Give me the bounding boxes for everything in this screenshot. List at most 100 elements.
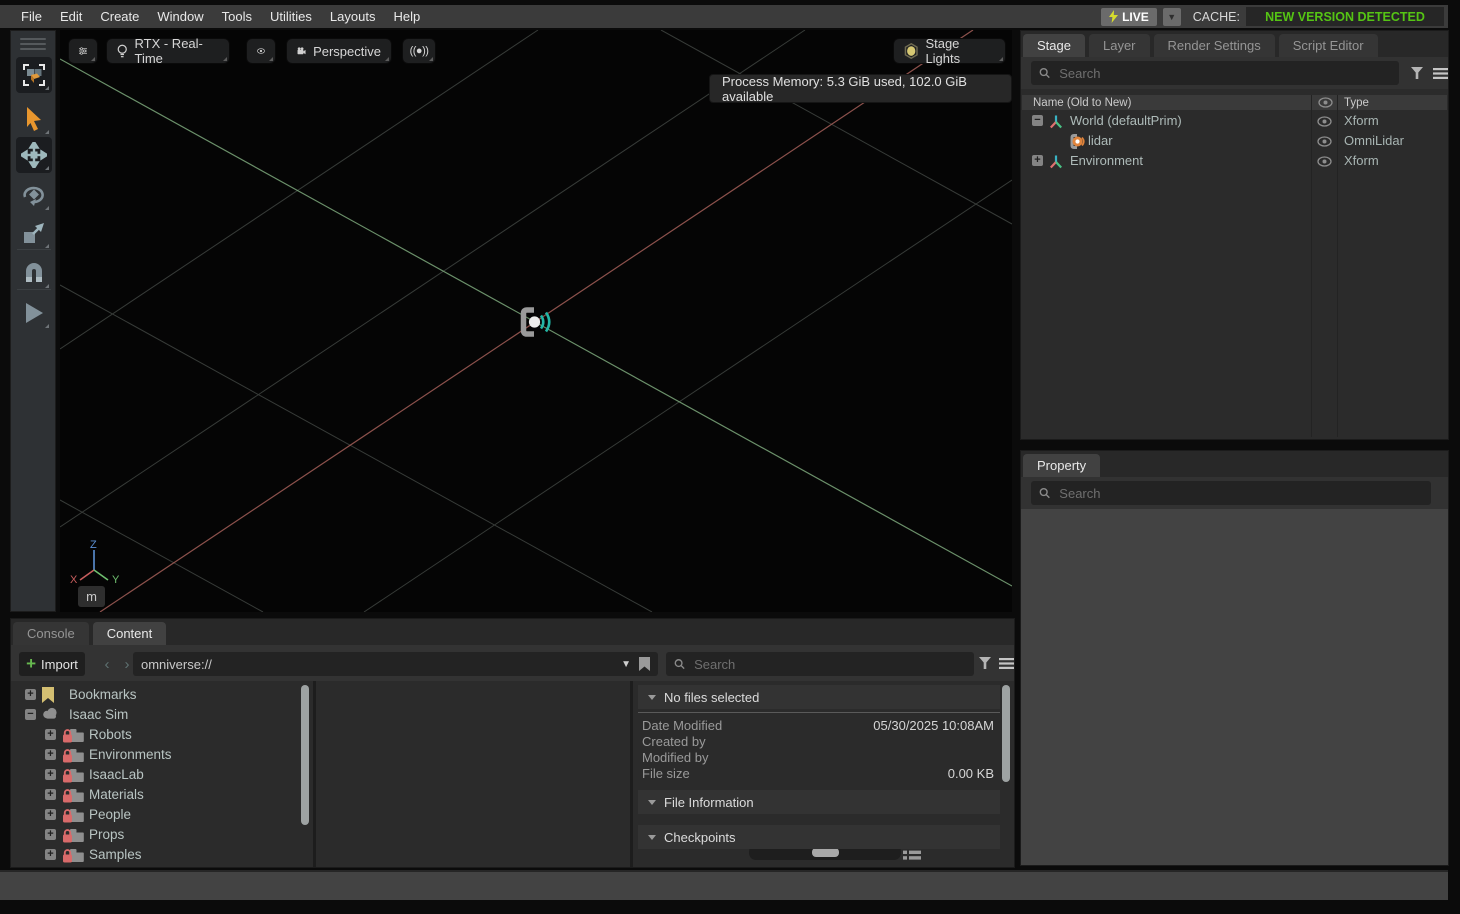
expand-toggle[interactable]: + — [45, 829, 56, 840]
axis-orientation-gizmo[interactable]: Z X Y — [68, 538, 124, 590]
select-mode-tool-button[interactable] — [16, 57, 52, 93]
content-tree-label: Props — [89, 827, 124, 842]
expand-toggle[interactable]: + — [45, 789, 56, 800]
bookmark-icon[interactable] — [639, 657, 650, 671]
menu-item-create[interactable]: Create — [91, 9, 148, 24]
menu-item-window[interactable]: Window — [148, 9, 212, 24]
menu-item-help[interactable]: Help — [384, 9, 429, 24]
lidar-gizmo[interactable] — [517, 307, 555, 337]
stage-row[interactable]: lidarOmniLidar — [1022, 131, 1447, 151]
content-tree-item[interactable]: +People — [11, 805, 301, 825]
tree-scrollbar-thumb[interactable] — [301, 685, 309, 825]
move-tool-button[interactable] — [16, 137, 52, 173]
folder-lock-icon — [62, 787, 84, 803]
column-type-label[interactable]: Type — [1344, 97, 1369, 109]
viewport[interactable]: RTX - Real-Time Perspective ((●)) Stage … — [60, 30, 1012, 612]
content-tree-item[interactable]: +Materials — [11, 785, 301, 805]
property-search-input[interactable] — [1057, 485, 1423, 502]
menu-item-tools[interactable]: Tools — [213, 9, 261, 24]
axis-x-label: X — [70, 574, 78, 586]
address-bar[interactable]: omniverse:// ▼ — [133, 652, 658, 676]
menu-item-file[interactable]: File — [12, 9, 51, 24]
stage-lights-button[interactable]: Stage Lights — [893, 38, 1006, 64]
content-tree-item[interactable]: +Samples — [11, 845, 301, 865]
options-menu-icon[interactable] — [999, 658, 1014, 669]
expand-toggle[interactable]: + — [25, 689, 36, 700]
sensor-button[interactable]: ((●)) — [402, 38, 436, 64]
menu-bar: FileEditCreateWindowToolsUtilitiesLayout… — [0, 5, 1448, 28]
stage-tree-header[interactable]: Name (Old to New) Type — [1022, 95, 1447, 110]
options-menu-icon[interactable] — [1433, 68, 1448, 79]
menu-item-layouts[interactable]: Layouts — [321, 9, 385, 24]
content-search-input[interactable] — [692, 656, 966, 673]
menu-item-edit[interactable]: Edit — [51, 9, 91, 24]
tab-layer[interactable]: Layer — [1089, 34, 1150, 57]
renderer-button[interactable]: RTX - Real-Time — [106, 38, 230, 64]
viewport-settings-button[interactable] — [68, 38, 98, 64]
video-camera-icon — [297, 44, 306, 58]
stage-search-input[interactable] — [1057, 65, 1391, 82]
live-chevron-button[interactable]: ▼ — [1163, 8, 1181, 26]
filter-icon[interactable] — [1411, 67, 1424, 80]
search-icon — [1039, 67, 1050, 79]
content-tree-item[interactable]: +Bookmarks — [11, 685, 301, 705]
collapse-toggle[interactable]: − — [25, 709, 36, 720]
rotate-tool-button[interactable] — [16, 177, 52, 213]
visibility-eye-icon[interactable] — [1317, 136, 1332, 147]
selection-section-header[interactable]: No files selected — [638, 685, 1000, 709]
version-status-field[interactable]: NEW VERSION DETECTED — [1246, 7, 1444, 26]
menu-item-utilities[interactable]: Utilities — [261, 9, 321, 24]
tab-property[interactable]: Property — [1023, 454, 1100, 477]
play-button[interactable] — [16, 295, 52, 331]
expand-toggle[interactable]: + — [1032, 155, 1043, 166]
units-button[interactable]: m — [78, 586, 105, 607]
file-information-section-header[interactable]: File Information — [638, 790, 1000, 814]
detail-label: Date Modified — [642, 718, 722, 733]
cursor-tool-button[interactable] — [16, 101, 52, 137]
content-tree-item[interactable]: +Robots — [11, 725, 301, 745]
content-tree-item[interactable]: +Environments — [11, 745, 301, 765]
dropdown-arrow-icon[interactable]: ▼ — [621, 659, 631, 670]
stage-panel: StageLayerRender SettingsScript Editor N… — [1020, 30, 1449, 440]
expand-toggle[interactable]: + — [45, 749, 56, 760]
filter-icon[interactable] — [979, 657, 992, 670]
tab-content[interactable]: Content — [93, 622, 167, 645]
tab-stage[interactable]: Stage — [1023, 34, 1085, 57]
details-scrollbar-thumb[interactable] — [1002, 685, 1010, 782]
expand-toggle[interactable]: + — [45, 809, 56, 820]
prim-type: OmniLidar — [1344, 133, 1404, 148]
tab-script-editor[interactable]: Script Editor — [1279, 34, 1378, 57]
collapse-toggle[interactable]: − — [1032, 115, 1043, 126]
visibility-eye-icon[interactable] — [1317, 156, 1332, 167]
stage-row[interactable]: −World (defaultPrim)Xform — [1022, 111, 1447, 131]
column-name-label[interactable]: Name (Old to New) — [1033, 97, 1131, 109]
content-tree-item[interactable]: +IsaacLab — [11, 765, 301, 785]
content-files-pane[interactable] — [319, 681, 633, 867]
content-tree-item[interactable]: + Props — [11, 825, 301, 845]
content-search-box[interactable] — [666, 652, 974, 676]
tab-console[interactable]: Console — [13, 622, 89, 645]
chevron-right-icon: › — [125, 656, 130, 673]
visibility-column-eye-icon[interactable] — [1318, 97, 1333, 108]
stage-row[interactable]: +EnvironmentXform — [1022, 151, 1447, 171]
lidar-icon — [1070, 134, 1087, 149]
content-tree-item[interactable]: −Isaac Sim — [11, 705, 301, 725]
visibility-button[interactable] — [246, 38, 276, 64]
expand-toggle[interactable]: + — [45, 849, 56, 860]
expand-toggle[interactable]: + — [45, 769, 56, 780]
visibility-eye-icon[interactable] — [1317, 116, 1332, 127]
snap-tool-button[interactable] — [16, 255, 52, 291]
back-button[interactable]: ‹ — [97, 652, 117, 676]
camera-button[interactable]: Perspective — [286, 38, 392, 64]
checkpoints-section-header[interactable]: Checkpoints — [638, 825, 1000, 849]
live-label: LIVE — [1122, 10, 1149, 24]
expand-toggle[interactable]: + — [45, 729, 56, 740]
stage-search-box[interactable] — [1031, 61, 1399, 85]
toolbar-grip-handle[interactable] — [20, 38, 46, 50]
import-button[interactable]: + Import — [19, 652, 85, 676]
tab-render-settings[interactable]: Render Settings — [1154, 34, 1275, 57]
property-search-box[interactable] — [1031, 481, 1431, 505]
live-button[interactable]: LIVE — [1101, 8, 1157, 26]
scale-tool-button[interactable] — [16, 215, 52, 251]
address-value[interactable]: omniverse:// — [141, 657, 613, 672]
